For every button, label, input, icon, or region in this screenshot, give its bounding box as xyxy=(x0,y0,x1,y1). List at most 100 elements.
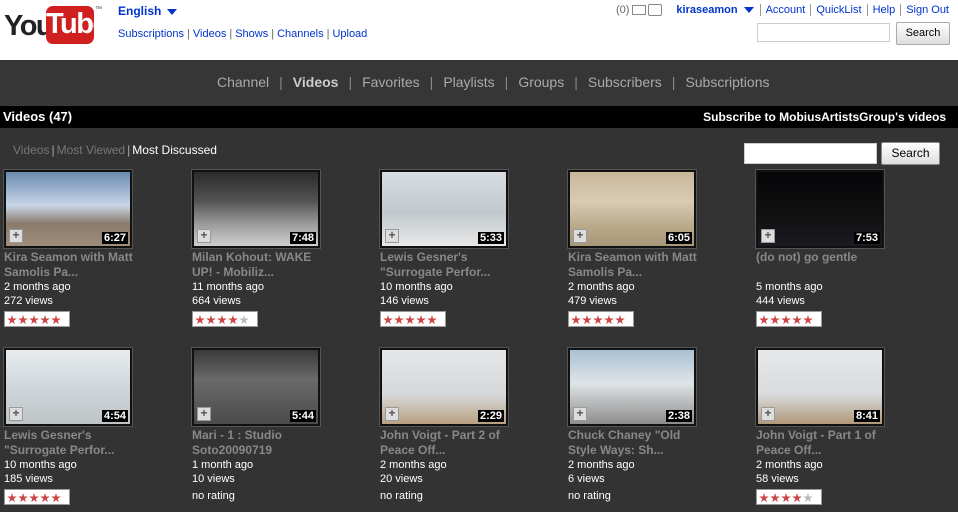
add-to-quicklist-icon[interactable]: + xyxy=(9,407,23,421)
language-label: English xyxy=(118,4,162,18)
video-duration: 6:27 xyxy=(101,232,128,244)
video-title[interactable]: Mari - 1 : Studio Soto20090719 xyxy=(192,428,332,458)
tab-videos[interactable]: Videos xyxy=(293,74,339,90)
nav-link-channels[interactable]: Channels xyxy=(277,28,323,40)
video-thumbnail[interactable]: +2:38 xyxy=(567,347,697,427)
nav-link-videos[interactable]: Videos xyxy=(193,28,226,40)
account-bar: (0) kiraseamon Account QuickList Help Si… xyxy=(616,4,954,16)
star-icon xyxy=(427,315,437,325)
search-input[interactable] xyxy=(757,23,890,42)
filter-most-discussed[interactable]: Most Discussed xyxy=(132,143,217,157)
star-icon xyxy=(803,493,813,503)
video-title[interactable]: Chuck Chaney "Old Style Ways: Sh... xyxy=(568,428,708,458)
filter-most-viewed[interactable]: Most Viewed xyxy=(57,143,125,157)
subscribe-link[interactable]: Subscribe to MobiusArtistsGroup's videos xyxy=(703,110,946,124)
video-duration: 7:53 xyxy=(853,232,880,244)
star-icon xyxy=(7,315,17,325)
channel-nav: Channel | Videos | Favorites | Playlists | Group… xyxy=(0,60,958,106)
video-thumbnail[interactable]: +2:29 xyxy=(379,347,509,427)
search-button[interactable]: Search xyxy=(896,22,950,45)
star-icon xyxy=(781,493,791,503)
filter-videos[interactable]: Videos xyxy=(13,143,49,157)
star-rating xyxy=(4,311,70,327)
video-views: 272 views xyxy=(4,295,53,307)
add-to-quicklist-icon[interactable]: + xyxy=(573,229,587,243)
star-icon xyxy=(792,493,802,503)
videos-section-header: Videos (47) Subscribe to MobiusArtistsGr… xyxy=(0,106,958,128)
tab-channel[interactable]: Channel xyxy=(217,74,269,90)
youtube-logo[interactable]: You Tube ™ xyxy=(4,6,109,44)
tab-favorites[interactable]: Favorites xyxy=(362,74,420,90)
video-thumbnail[interactable]: +5:44 xyxy=(191,347,321,427)
video-title[interactable]: John Voigt - Part 1 of Peace Off... xyxy=(756,428,896,458)
no-rating-label: no rating xyxy=(380,490,423,502)
add-to-quicklist-icon[interactable]: + xyxy=(9,229,23,243)
star-icon xyxy=(394,315,404,325)
add-to-quicklist-icon[interactable]: + xyxy=(385,229,399,243)
video-title[interactable]: John Voigt - Part 2 of Peace Off... xyxy=(380,428,520,458)
quicklist-link[interactable]: QuickList xyxy=(810,4,866,16)
star-icon xyxy=(803,315,813,325)
video-age: 5 months ago xyxy=(756,281,823,293)
video-views: 20 views xyxy=(380,473,423,485)
add-to-quicklist-icon[interactable]: + xyxy=(761,229,775,243)
add-to-quicklist-icon[interactable]: + xyxy=(385,407,399,421)
top-header: You Tube ™ English Subscriptions | Videos |… xyxy=(0,0,958,60)
language-selector[interactable]: English xyxy=(118,4,178,18)
video-thumbnail[interactable]: +8:41 xyxy=(755,347,885,427)
tab-subscribers[interactable]: Subscribers xyxy=(588,74,662,90)
help-link[interactable]: Help xyxy=(866,4,901,16)
nav-link-upload[interactable]: Upload xyxy=(332,28,367,40)
channel-search-button[interactable]: Search xyxy=(881,142,940,165)
video-thumbnail[interactable]: +7:48 xyxy=(191,169,321,249)
nav-link-subscriptions[interactable]: Subscriptions xyxy=(118,28,184,40)
video-views: 6 views xyxy=(568,473,605,485)
tab-subscriptions[interactable]: Subscriptions xyxy=(685,74,769,90)
video-title[interactable]: Lewis Gesner's "Surrogate Perfor... xyxy=(4,428,144,458)
sign-out-link[interactable]: Sign Out xyxy=(900,4,954,16)
add-to-quicklist-icon[interactable]: + xyxy=(197,407,211,421)
star-icon xyxy=(383,315,393,325)
video-age: 2 months ago xyxy=(568,281,635,293)
video-duration: 5:44 xyxy=(289,410,316,422)
video-title[interactable]: Lewis Gesner's "Surrogate Perfor... xyxy=(380,250,520,280)
no-rating-label: no rating xyxy=(192,490,235,502)
star-rating xyxy=(756,489,822,505)
channel-search-input[interactable] xyxy=(744,143,877,164)
nav-link-shows[interactable]: Shows xyxy=(235,28,268,40)
video-thumbnail[interactable]: +7:53 xyxy=(755,169,885,249)
tab-groups[interactable]: Groups xyxy=(518,74,564,90)
star-rating xyxy=(4,489,70,505)
add-to-quicklist-icon[interactable]: + xyxy=(197,229,211,243)
tv-icon[interactable] xyxy=(648,4,663,16)
account-link[interactable]: Account xyxy=(759,4,811,16)
video-title[interactable]: Kira Seamon with Matt Samolis Pa... xyxy=(568,250,708,280)
star-icon xyxy=(781,315,791,325)
logo-you: You xyxy=(4,10,54,42)
video-title[interactable]: Kira Seamon with Matt Samolis Pa... xyxy=(4,250,144,280)
video-duration: 7:48 xyxy=(289,232,316,244)
video-views: 185 views xyxy=(4,473,53,485)
username-menu[interactable]: kiraseamon xyxy=(676,4,754,16)
video-views: 146 views xyxy=(380,295,429,307)
video-thumbnail[interactable]: +6:27 xyxy=(3,169,133,249)
video-duration: 2:38 xyxy=(665,410,692,422)
video-title[interactable]: Milan Kohout: WAKE UP! - Mobiliz... xyxy=(192,250,332,280)
star-icon xyxy=(770,493,780,503)
star-icon xyxy=(405,315,415,325)
video-views: 664 views xyxy=(192,295,241,307)
video-thumbnail[interactable]: +5:33 xyxy=(379,169,509,249)
chevron-down-icon xyxy=(743,7,754,14)
video-title[interactable]: (do not) go gentle xyxy=(756,250,896,265)
star-icon xyxy=(206,315,216,325)
mail-icon[interactable] xyxy=(632,5,647,15)
video-duration: 4:54 xyxy=(101,410,128,422)
tab-playlists[interactable]: Playlists xyxy=(443,74,494,90)
video-thumbnail[interactable]: +4:54 xyxy=(3,347,133,427)
video-duration: 6:05 xyxy=(665,232,692,244)
add-to-quicklist-icon[interactable]: + xyxy=(761,407,775,421)
add-to-quicklist-icon[interactable]: + xyxy=(573,407,587,421)
video-thumbnail[interactable]: +6:05 xyxy=(567,169,697,249)
star-icon xyxy=(604,315,614,325)
no-rating-label: no rating xyxy=(568,490,611,502)
